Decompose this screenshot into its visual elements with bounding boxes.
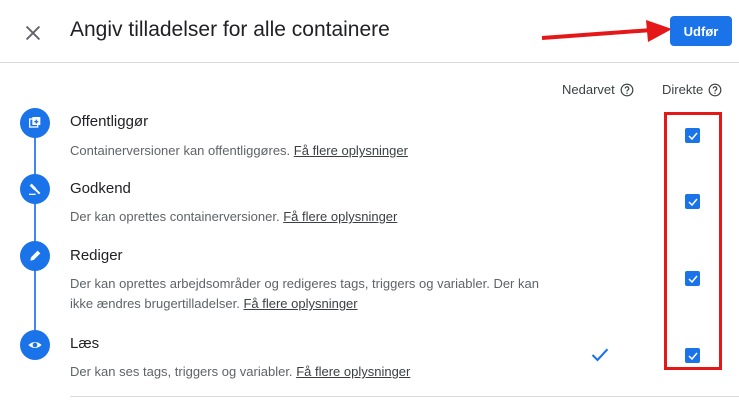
permission-desc-edit: Der kan oprettes arbejdsområder og redig… [70,276,539,311]
annotation-arrow [541,20,672,42]
publish-icon [20,108,50,138]
pencil-icon [20,241,50,271]
learn-more-link[interactable]: Få flere oplysninger [296,364,410,379]
footer-divider [70,396,739,397]
permission-desc-read: Der kan ses tags, triggers og variabler.… [70,364,411,379]
close-icon[interactable] [22,22,44,44]
learn-more-link[interactable]: Få flere oplysninger [294,143,408,158]
header-divider [0,62,739,63]
dialog-title: Angiv tilladelser for alle containere [70,18,390,41]
help-icon[interactable] [620,83,634,97]
permission-timeline [34,120,36,348]
column-header-inherited: Nedarvet [562,82,634,97]
annotation-highlight-box [664,112,722,370]
learn-more-link[interactable]: Få flere oplysninger [243,296,357,311]
permission-title-read: Læs [70,335,100,352]
inherited-check-icon [591,348,609,362]
gavel-icon [20,174,50,204]
column-label-direct: Direkte [662,82,704,97]
permission-desc-publish: Containerversioner kan offentliggøres. F… [70,143,408,158]
learn-more-link[interactable]: Få flere oplysninger [283,209,397,224]
permission-title-publish: Offentliggør [70,113,149,130]
column-label-inherited: Nedarvet [562,82,615,97]
permission-title-edit: Rediger [70,247,123,264]
permission-title-approve: Godkend [70,180,131,197]
apply-button[interactable]: Udfør [670,16,732,46]
permission-desc-approve: Der kan oprettes containerversioner. Få … [70,209,398,224]
column-header-direct: Direkte [662,82,722,97]
eye-icon [20,330,50,360]
help-icon[interactable] [708,83,722,97]
